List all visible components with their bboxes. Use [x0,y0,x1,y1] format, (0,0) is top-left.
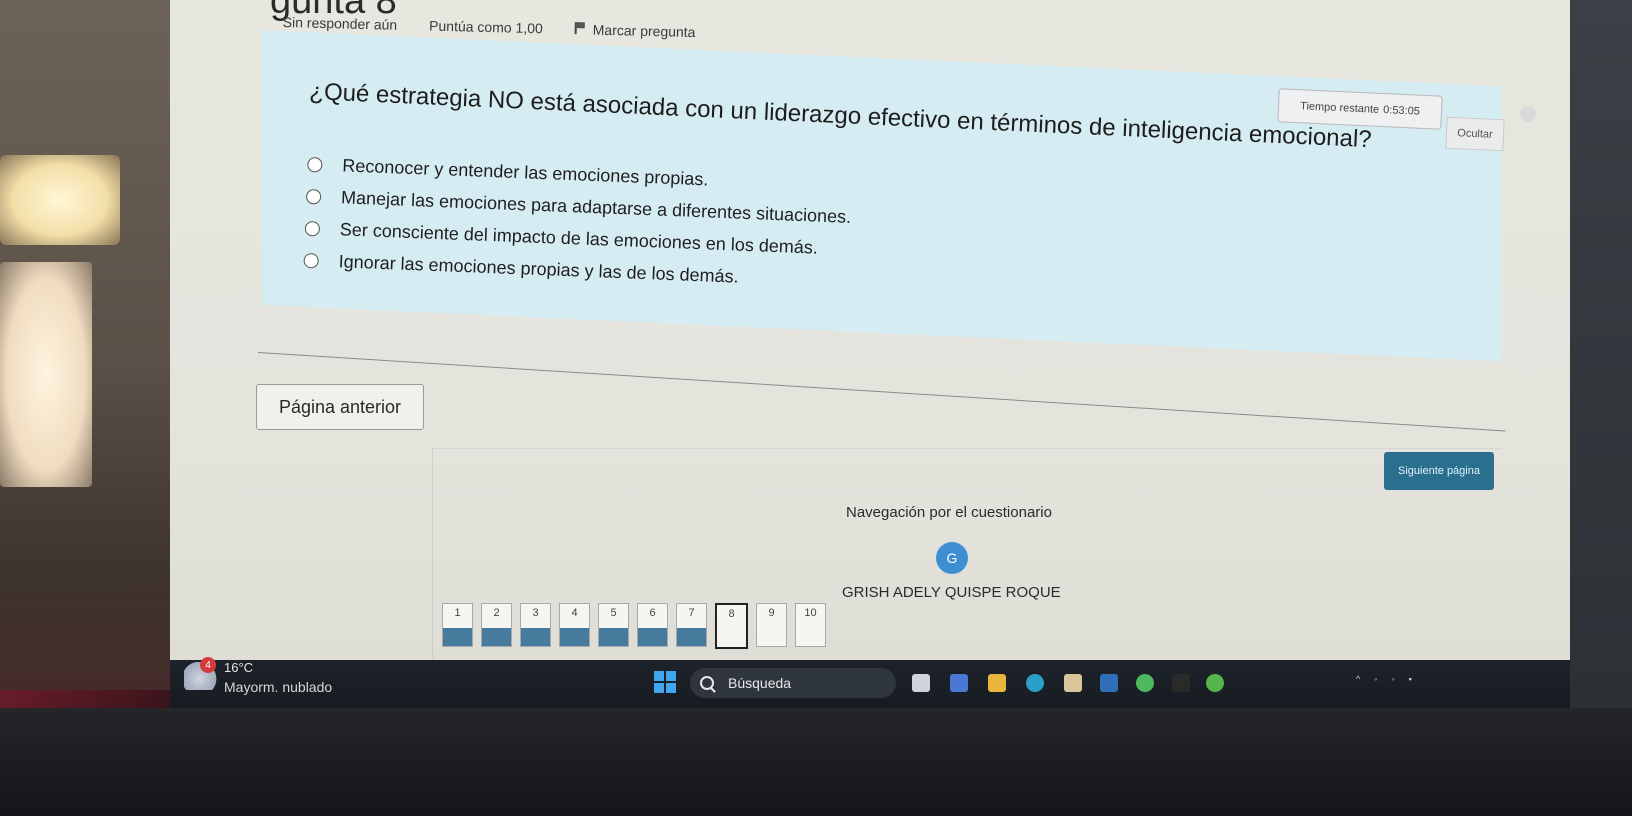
question-number: 3 [532,607,539,619]
flag-question-label: Marcar pregunta [592,21,696,41]
question-status: Sin responder aún [282,14,398,33]
room-light [0,155,120,245]
question-nav-button[interactable]: 1 [442,603,473,647]
question-nav-button[interactable]: 10 [795,603,826,647]
question-nav-button-current[interactable]: 8 [715,603,748,649]
tiktok-icon[interactable] [1172,674,1190,692]
question-number: 6 [649,607,656,619]
volume-icon[interactable]: ◦ [1391,674,1394,684]
store-icon[interactable] [1064,674,1082,692]
network-icon[interactable]: ◦ [1374,674,1377,684]
question-number: 7 [688,607,695,619]
user-icon[interactable] [1520,106,1536,122]
question-number: 5 [610,607,617,619]
chevron-up-icon[interactable]: ^ [1356,674,1360,684]
system-tray[interactable]: ^ ◦ ◦ ▪ [1356,674,1412,684]
question-nav-button[interactable]: 4 [559,603,590,647]
weather-temperature[interactable]: 16°C [224,660,253,675]
question-number: 4 [571,607,578,619]
hide-timer-button[interactable]: Ocultar [1445,116,1505,152]
timer-value: 0:53:05 [1382,104,1421,118]
answer-options: Reconocer y entender las emociones propi… [303,148,853,297]
windows-start-icon[interactable] [654,671,676,693]
whatsapp-icon[interactable] [1136,674,1154,692]
avatar: G [936,542,968,574]
battery-icon[interactable]: ▪ [1409,674,1412,684]
question-number: 10 [804,607,817,619]
app-icon-1[interactable] [912,674,930,692]
search-icon [700,676,714,690]
radio-button[interactable] [304,220,321,237]
room-light-window [0,262,92,487]
question-nav-button[interactable]: 7 [676,603,707,647]
question-number: 8 [728,608,735,620]
word-icon[interactable] [1100,674,1118,692]
app-icon-2[interactable] [950,674,968,692]
search-label: Búsqueda [728,675,792,691]
chrome-icon[interactable] [1206,674,1224,692]
question-score: Puntúa como 1,00 [428,17,543,37]
question-nav-button[interactable]: 6 [637,603,668,647]
radio-button[interactable] [303,252,319,268]
question-nav-button[interactable]: 5 [598,603,629,647]
weather-description[interactable]: Mayorm. nublado [224,679,332,695]
previous-page-button[interactable]: Página anterior [256,384,424,430]
timer-label: Tiempo restante [1299,100,1380,116]
user-name: GRISH ADELY QUISPE ROQUE [842,584,1061,601]
monitor-bezel [0,708,1632,816]
quiz-navigation-title: Navegación por el cuestionario [846,504,1052,521]
weather-badge: 4 [200,657,216,673]
radio-button[interactable] [305,188,322,205]
question-nav-button[interactable]: 3 [520,603,551,647]
question-navigation-buttons: 1 2 3 4 5 6 7 8 9 10 [442,603,826,649]
question-number: 2 [493,607,500,619]
question-nav-button[interactable]: 9 [756,603,787,647]
question-number: 1 [454,607,461,619]
radio-button[interactable] [307,156,323,173]
room-background-left [0,0,180,816]
folder-icon[interactable] [988,674,1006,692]
question-nav-button[interactable]: 2 [481,603,512,647]
question-number: 9 [768,607,775,619]
edge-icon[interactable] [1026,674,1044,692]
taskbar-search[interactable]: Búsqueda [690,668,896,698]
screen-right-edge [1570,0,1632,735]
flag-icon [575,22,585,34]
flag-question-link[interactable]: Marcar pregunta [575,21,696,41]
